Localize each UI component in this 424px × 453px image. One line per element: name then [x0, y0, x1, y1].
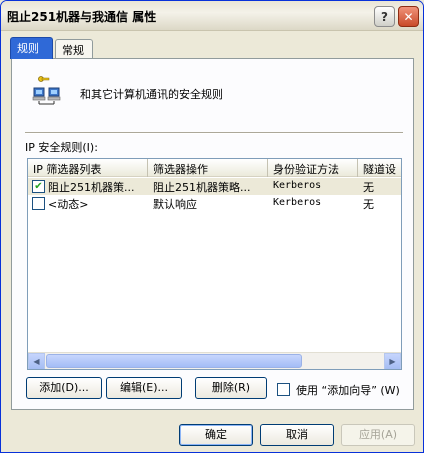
arrow-left-icon: ◀ — [33, 357, 40, 366]
table-row[interactable]: ✔ 阻止251机器策... 阻止251机器策略... Kerberos 无 — [28, 178, 401, 195]
column-header-auth-method[interactable]: 身份验证方法 — [268, 159, 358, 177]
window-title: 阻止251机器与我通信 属性 — [7, 10, 157, 24]
help-button[interactable]: ? — [374, 6, 395, 27]
column-header-filter-list[interactable]: IP 筛选器列表 — [28, 159, 148, 177]
properties-window: 阻止251机器与我通信 属性 ? ✕ 规则 常规 和其它计算机通讯的安全规则 I… — [0, 0, 424, 453]
rules-description: 和其它计算机通讯的安全规则 — [80, 88, 223, 101]
cell-filter-action: 默认响应 — [153, 198, 197, 211]
cell-tunnel: 无 — [363, 181, 374, 194]
separator — [25, 132, 403, 134]
ok-button[interactable]: 确定 — [179, 424, 253, 446]
cell-filter-list: 阻止251机器策... — [48, 181, 135, 194]
close-icon: ✕ — [403, 9, 414, 24]
cell-tunnel: 无 — [363, 198, 374, 211]
list-header: IP 筛选器列表 筛选器操作 身份验证方法 隧道设 — [28, 159, 401, 177]
help-icon: ? — [381, 9, 388, 24]
cell-filter-action: 阻止251机器策略... — [153, 181, 251, 194]
close-button[interactable]: ✕ — [398, 6, 419, 27]
rule-checkbox[interactable]: ✔ — [32, 180, 45, 193]
table-row[interactable]: <动态> 默认响应 Kerberos 无 — [28, 195, 401, 212]
apply-button[interactable]: 应用(A) — [341, 424, 415, 446]
scroll-right-button[interactable]: ▶ — [384, 353, 401, 369]
rule-checkbox[interactable] — [32, 197, 45, 210]
ip-security-rules-list[interactable]: IP 筛选器列表 筛选器操作 身份验证方法 隧道设 ✔ 阻止251机器策... … — [27, 158, 402, 370]
network-computers-key-icon — [32, 76, 61, 105]
tab-general[interactable]: 常规 — [55, 39, 93, 58]
tab-general-label: 常规 — [62, 44, 84, 57]
cancel-button[interactable]: 取消 — [260, 424, 334, 446]
edit-button[interactable]: 编辑(E)... — [106, 377, 182, 399]
ip-security-rules-label: IP 安全规则(I): — [25, 141, 98, 154]
scroll-thumb[interactable] — [46, 354, 302, 368]
remove-button[interactable]: 删除(R) — [195, 377, 267, 399]
cell-auth-method: Kerberos — [273, 197, 322, 208]
use-wizard-label[interactable]: 使用 “添加向导” (W) — [296, 382, 400, 398]
horizontal-scrollbar[interactable]: ◀ ▶ — [28, 352, 401, 369]
rules-panel: 和其它计算机通讯的安全规则 IP 安全规则(I): IP 筛选器列表 筛选器操作… — [11, 58, 414, 410]
cell-filter-list: <动态> — [48, 198, 89, 211]
use-wizard-checkbox[interactable] — [277, 383, 290, 396]
tab-rules[interactable]: 规则 — [10, 37, 53, 59]
add-button[interactable]: 添加(D)... — [26, 377, 102, 399]
scroll-left-button[interactable]: ◀ — [28, 353, 45, 369]
cell-auth-method: Kerberos — [273, 180, 322, 191]
tab-rules-label: 规则 — [17, 42, 39, 55]
title-bar[interactable]: 阻止251机器与我通信 属性 ? ✕ — [1, 1, 423, 31]
arrow-right-icon: ▶ — [389, 357, 396, 366]
column-header-filter-action[interactable]: 筛选器操作 — [148, 159, 268, 177]
column-header-tunnel[interactable]: 隧道设 — [358, 159, 401, 177]
